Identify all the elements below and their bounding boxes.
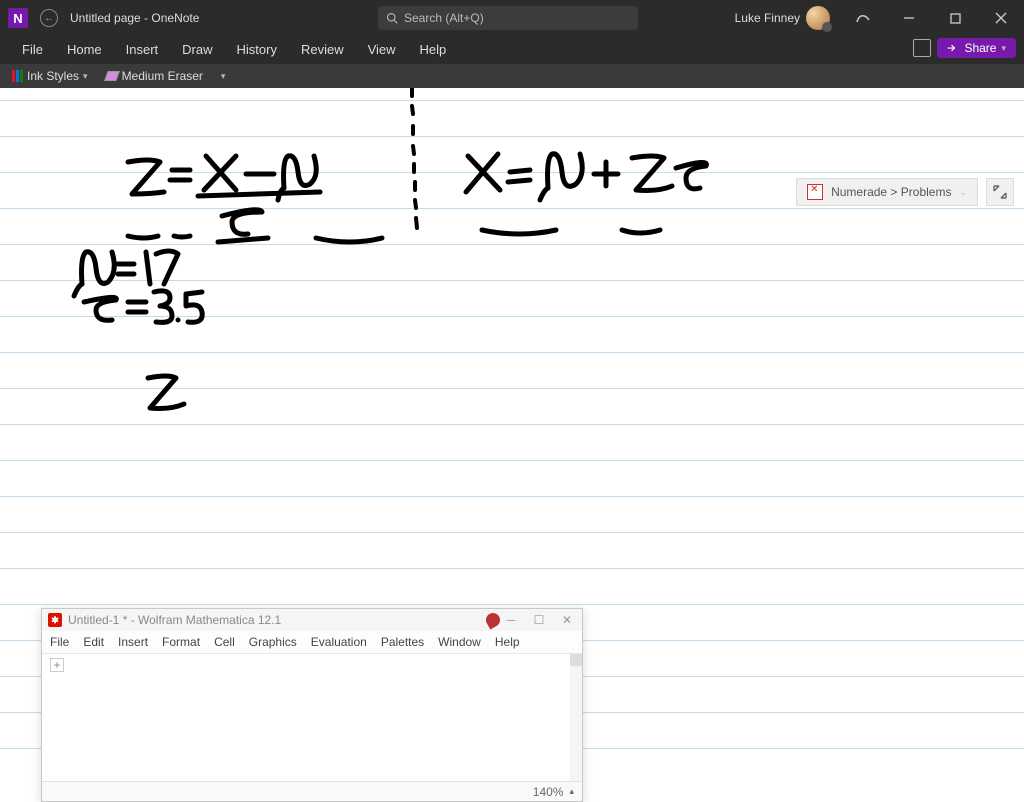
close-button[interactable] [978, 0, 1024, 36]
mathematica-menu-help[interactable]: Help [495, 635, 520, 649]
zoom-chevron-icon[interactable]: ▴ [569, 786, 574, 797]
mathematica-close-button[interactable]: ✕ [552, 609, 582, 631]
tab-view[interactable]: View [356, 36, 408, 64]
tab-history[interactable]: History [225, 36, 289, 64]
mathematica-title: Untitled-1 * - Wolfram Mathematica 12.1 [68, 613, 281, 627]
mathematica-vscrollbar[interactable] [570, 654, 582, 781]
minimize-button[interactable] [886, 0, 932, 36]
ink-styles-tool[interactable]: Ink Styles ▾ [6, 69, 94, 83]
mathematica-notebook-body[interactable]: + [42, 653, 582, 781]
onenote-app-icon[interactable]: N [8, 8, 28, 28]
mathematica-window[interactable]: ✱ Untitled-1 * - Wolfram Mathematica 12.… [41, 608, 583, 802]
search-placeholder: Search (Alt+Q) [404, 11, 484, 25]
chevron-down-icon: ▾ [83, 71, 88, 82]
mathematica-menu-graphics[interactable]: Graphics [249, 635, 297, 649]
mathematica-statusbar: 140% ▴ [42, 781, 582, 801]
note-canvas[interactable]: Numerade > Problems ⌄ [0, 88, 1024, 768]
share-icon [947, 42, 959, 54]
tab-review[interactable]: Review [289, 36, 356, 64]
mathematica-titlebar[interactable]: ✱ Untitled-1 * - Wolfram Mathematica 12.… [42, 609, 582, 631]
mathematica-maximize-button[interactable]: ☐ [524, 609, 554, 631]
title-bar: N ← Untitled page - OneNote Search (Alt+… [0, 0, 1024, 36]
mathematica-menu-format[interactable]: Format [162, 635, 200, 649]
eraser-label: Medium Eraser [122, 69, 203, 83]
open-in-new-window-icon[interactable] [913, 39, 931, 57]
search-icon [386, 12, 398, 24]
mathematica-menubar: File Edit Insert Format Cell Graphics Ev… [42, 631, 582, 653]
ink-styles-label: Ink Styles [27, 69, 79, 83]
mathematica-menu-edit[interactable]: Edit [83, 635, 104, 649]
mathematica-menu-evaluation[interactable]: Evaluation [311, 635, 367, 649]
mathematica-menu-cell[interactable]: Cell [214, 635, 235, 649]
mathematica-vscroll-thumb[interactable] [570, 654, 582, 666]
new-cell-icon[interactable]: + [50, 658, 64, 672]
ink-styles-icon [12, 70, 23, 82]
back-icon[interactable]: ← [40, 9, 58, 27]
chevron-down-icon: ▾ [221, 71, 226, 82]
user-name[interactable]: Luke Finney [735, 11, 800, 25]
ribbon-tabs: File Home Insert Draw History Review Vie… [0, 36, 1024, 64]
eraser-icon [104, 71, 120, 81]
tab-help[interactable]: Help [408, 36, 459, 64]
mathematica-minimize-button[interactable]: ─ [496, 609, 526, 631]
chevron-down-icon: ▾ [1001, 43, 1006, 54]
eraser-tool[interactable]: Medium Eraser [100, 69, 209, 83]
wolfram-icon: ✱ [48, 613, 62, 627]
mathematica-zoom[interactable]: 140% [533, 785, 564, 799]
mathematica-menu-insert[interactable]: Insert [118, 635, 148, 649]
ink-replay-icon[interactable] [840, 0, 886, 36]
user-avatar[interactable] [806, 6, 830, 30]
tab-draw[interactable]: Draw [170, 36, 224, 64]
share-label: Share [964, 41, 996, 55]
toolbar-overflow[interactable]: ▾ [215, 71, 232, 82]
document-title: Untitled page - OneNote [70, 11, 199, 25]
draw-toolbar: Ink Styles ▾ Medium Eraser ▾ [0, 64, 1024, 88]
mathematica-menu-file[interactable]: File [50, 635, 69, 649]
mathematica-menu-window[interactable]: Window [438, 635, 481, 649]
search-box[interactable]: Search (Alt+Q) [378, 6, 638, 30]
tab-insert[interactable]: Insert [114, 36, 171, 64]
share-button[interactable]: Share ▾ [937, 38, 1016, 58]
tab-home[interactable]: Home [55, 36, 114, 64]
mathematica-menu-palettes[interactable]: Palettes [381, 635, 424, 649]
maximize-button[interactable] [932, 0, 978, 36]
tab-file[interactable]: File [10, 36, 55, 64]
